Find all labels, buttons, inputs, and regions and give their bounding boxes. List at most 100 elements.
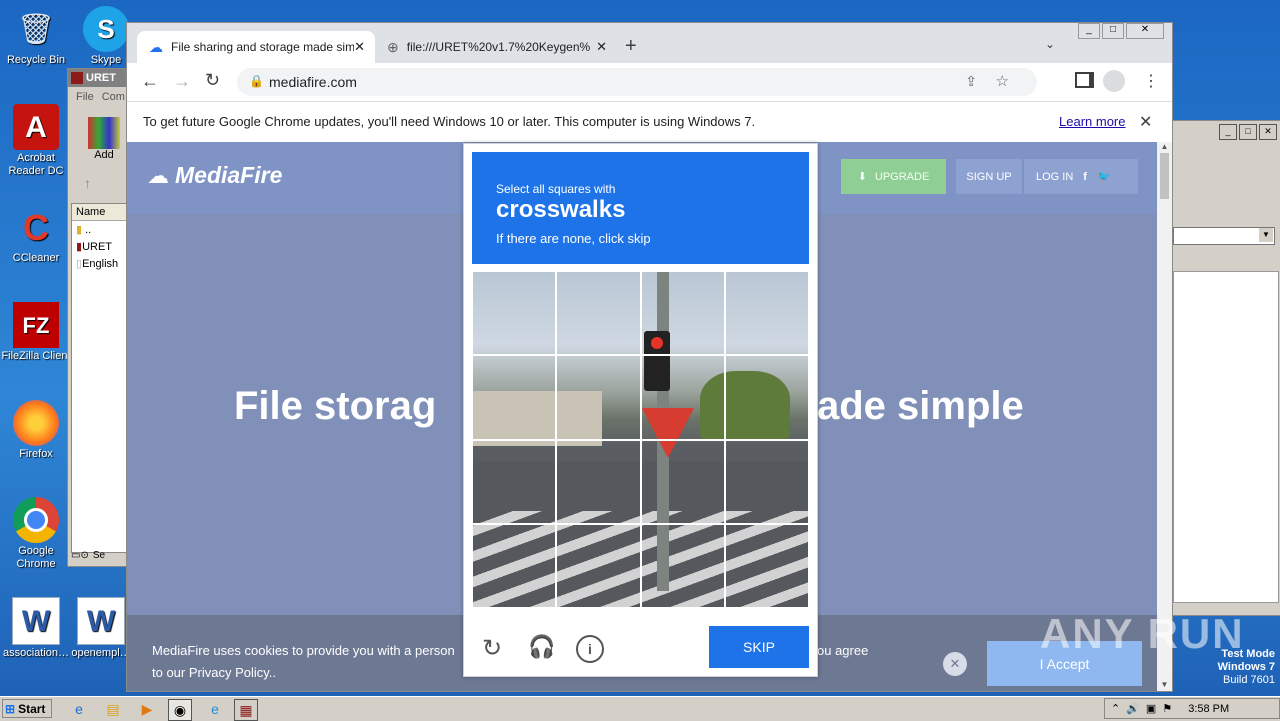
chrome-icon (13, 497, 59, 543)
captcha-tile[interactable] (472, 271, 557, 356)
captcha-tile[interactable] (640, 439, 725, 524)
chrome-taskbar-icon[interactable]: ◉ (168, 699, 192, 721)
profile-avatar-icon[interactable] (1103, 70, 1125, 92)
captcha-tile[interactable] (640, 355, 725, 440)
infobar-close-icon[interactable]: ✕ (1139, 112, 1152, 132)
tab-close-icon[interactable]: ✕ (354, 39, 365, 55)
filezilla-icon: FZ (13, 302, 59, 348)
reload-icon[interactable]: ↻ (205, 70, 220, 91)
background-window-right[interactable]: _ □ ✕ ▼ (1168, 120, 1280, 616)
windows-logo-icon: ⊞ (5, 701, 16, 716)
maximize-button[interactable]: □ (1102, 23, 1124, 39)
flag-icon[interactable]: ⚑ (1162, 702, 1172, 715)
hero-title-right: ade simple (817, 384, 1024, 428)
signup-link[interactable]: SIGN UP (956, 159, 1022, 194)
winrar-window[interactable]: URET File Com Add ↑ Name ▮ .. ▮URET ▯Eng… (67, 68, 129, 567)
forward-arrow-icon[interactable]: → (173, 71, 191, 92)
captcha-refresh-icon[interactable]: ↻ (482, 634, 502, 663)
captcha-tile[interactable] (556, 439, 641, 524)
tab-mediafire[interactable]: ☁ File sharing and storage made simple ✕ (137, 31, 375, 63)
mediafire-favicon: ☁ (149, 38, 163, 55)
up-arrow-icon[interactable]: ↑ (84, 175, 91, 191)
scrollbar-thumb[interactable] (1160, 153, 1169, 199)
firefox-icon (13, 400, 59, 446)
captcha-tile[interactable] (724, 523, 809, 608)
close-button[interactable]: ✕ (1126, 23, 1164, 39)
captcha-tile[interactable] (472, 439, 557, 524)
minimize-button[interactable]: _ (1219, 124, 1237, 140)
captcha-tile[interactable] (724, 355, 809, 440)
winrar-titlebar[interactable]: URET (68, 69, 128, 87)
volume-icon[interactable]: 🔊 (1126, 702, 1140, 715)
maximize-button[interactable]: □ (1239, 124, 1257, 140)
add-button[interactable]: Add (88, 117, 120, 161)
tab-close-icon[interactable]: ✕ (596, 39, 607, 55)
column-header-name[interactable]: Name (72, 204, 126, 221)
list-item[interactable]: ▯English (72, 255, 126, 272)
captcha-tile[interactable] (556, 523, 641, 608)
menu-file[interactable]: File (76, 91, 94, 103)
address-bar[interactable]: 🔒 mediafire.com ⇪ ☆ (237, 68, 1037, 96)
captcha-audio-icon[interactable]: 🎧 (528, 634, 555, 660)
captcha-tile[interactable] (640, 523, 725, 608)
close-button[interactable]: ✕ (1259, 124, 1277, 140)
captcha-header: Select all squares with crosswalks If th… (472, 152, 809, 264)
facebook-icon[interactable]: f (1083, 171, 1087, 183)
captcha-tile[interactable] (724, 271, 809, 356)
captcha-tile[interactable] (640, 271, 725, 356)
tray-expand-icon[interactable]: ⌃ (1111, 702, 1120, 715)
captcha-skip-button[interactable]: SKIP (709, 626, 809, 668)
combo-box[interactable]: ▼ (1173, 227, 1275, 245)
captcha-tile[interactable] (556, 355, 641, 440)
page-scrollbar[interactable]: ▲ ▼ (1157, 142, 1172, 691)
edge-taskbar-icon[interactable]: e (204, 699, 226, 719)
desktop-icon-recycle-bin[interactable]: 🗑 Recycle Bin (0, 6, 72, 67)
start-button[interactable]: ⊞ Start (2, 699, 52, 718)
list-item[interactable]: ▮URET (72, 238, 126, 255)
menu-commands[interactable]: Com (102, 91, 125, 103)
captcha-tile[interactable] (472, 355, 557, 440)
media-player-taskbar-icon[interactable]: ▶ (136, 699, 158, 719)
hero-title-left: File storag (234, 384, 437, 428)
network-icon[interactable]: ▣ (1146, 702, 1156, 715)
acrobat-icon: A (13, 104, 59, 150)
share-icon[interactable]: ⇪ (965, 73, 977, 90)
menu-kebab-icon[interactable]: ⋮ (1143, 71, 1159, 91)
cookie-close-icon[interactable]: ✕ (943, 652, 967, 676)
download-icon: ⬇ (857, 171, 867, 183)
minimize-button[interactable]: _ (1078, 23, 1100, 39)
side-panel-icon[interactable] (1075, 72, 1094, 88)
explorer-taskbar-icon[interactable]: ▤ (102, 699, 124, 719)
desktop-icon-filezilla[interactable]: FZ FileZilla Client (0, 302, 72, 363)
desktop-icon-chrome[interactable]: Google Chrome (0, 497, 72, 571)
scroll-down-arrow-icon[interactable]: ▼ (1157, 680, 1172, 689)
twitter-icon[interactable]: 🐦 (1097, 170, 1111, 183)
captcha-tile[interactable] (556, 271, 641, 356)
mediafire-logo[interactable]: ☁ MediaFire (147, 162, 282, 189)
winrar-taskbar-icon[interactable]: ▦ (234, 699, 258, 721)
captcha-tile[interactable] (724, 439, 809, 524)
captcha-tile[interactable] (472, 523, 557, 608)
upgrade-button[interactable]: ⬇ UPGRADE (841, 159, 946, 194)
file-list: Name ▮ .. ▮URET ▯English (71, 203, 127, 553)
window-controls: _ □ ✕ (1219, 124, 1277, 140)
desktop-icon-acrobat[interactable]: A Acrobat Reader DC (0, 104, 72, 178)
privacy-policy-link[interactable]: to our Privacy Policy.. (152, 665, 276, 680)
scroll-up-arrow-icon[interactable]: ▲ (1157, 142, 1172, 151)
desktop-icon-ccleaner[interactable]: C CCleaner (0, 204, 72, 265)
login-link[interactable]: LOG IN (1036, 171, 1073, 183)
new-tab-icon[interactable]: + (625, 35, 637, 58)
captcha-info-icon[interactable]: i (576, 635, 604, 663)
list-item[interactable]: ▮ .. (72, 221, 126, 238)
tab-file[interactable]: ⊕ file:///URET%20v1.7%20Keygen%… ✕ (383, 31, 613, 63)
desktop-icon-firefox[interactable]: Firefox (0, 400, 72, 461)
back-arrow-icon[interactable]: ← (141, 71, 159, 92)
tab-search-chevron-icon[interactable]: ⌄ (1045, 37, 1055, 51)
star-icon[interactable]: ☆ (996, 72, 1009, 90)
taskbar: ⊞ Start e ▤ ▶ ◉ e ▦ ⌃ 🔊 ▣ ⚑ 3:58 PM (0, 696, 1280, 721)
desktop-icon-openempl-doc[interactable]: W openempl… (70, 597, 132, 660)
ie-taskbar-icon[interactable]: e (68, 699, 90, 719)
desktop-icon-association-doc[interactable]: W association… (0, 597, 72, 660)
learn-more-link[interactable]: Learn more (1059, 114, 1125, 129)
clock[interactable]: 3:58 PM (1188, 703, 1229, 715)
